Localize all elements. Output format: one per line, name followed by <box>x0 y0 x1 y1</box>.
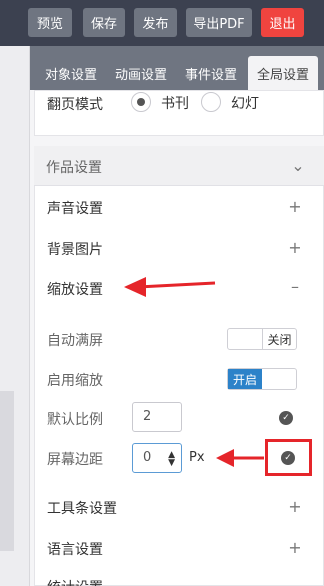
annotation-arrows <box>124 277 264 467</box>
arrow-to-margin-input <box>216 449 264 467</box>
arrow-to-zoom-settings <box>124 277 216 297</box>
